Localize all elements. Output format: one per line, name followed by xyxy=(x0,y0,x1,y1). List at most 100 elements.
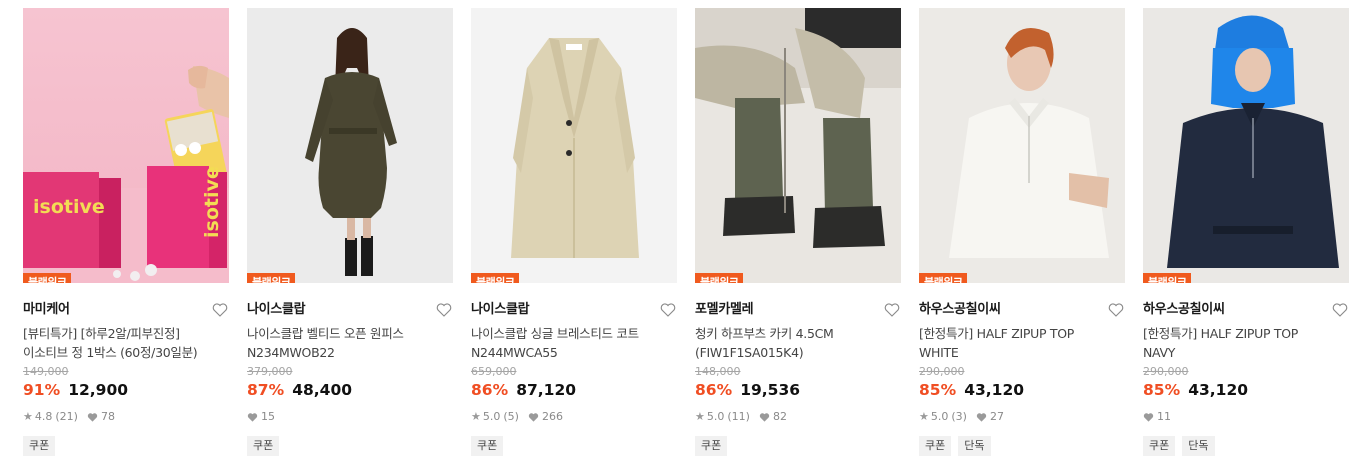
review-meta: ★ 5.0 (3) 27 xyxy=(919,409,1125,425)
like-heart-icon xyxy=(976,412,987,422)
product-name[interactable]: [한정특가] HALF ZIPUP TOP WHITE xyxy=(919,324,1125,362)
sale-price: 43,120 xyxy=(964,381,1025,399)
review-meta: ★ 5.0 (11) 82 xyxy=(695,409,901,425)
product-name-line1: [한정특가] HALF ZIPUP TOP xyxy=(919,326,1074,341)
product-name-line2: N234MWOB22 xyxy=(247,345,335,360)
brand-name[interactable]: 나이스클랍 xyxy=(247,300,453,320)
product-name[interactable]: [한정특가] HALF ZIPUP TOP NAVY xyxy=(1143,324,1349,362)
product-image[interactable]: 블랙위크 xyxy=(1143,8,1349,283)
star-icon: ★ xyxy=(695,410,705,423)
product-name-line1: [뷰티특가] [하루2알/피부진정] xyxy=(23,326,180,341)
product-image[interactable]: 블랙위크 xyxy=(919,8,1125,283)
exclusive-badge: 단독 xyxy=(958,436,991,456)
product-name[interactable]: 나이스클랍 벨티드 오픈 원피스 N234MWOB22 xyxy=(247,324,453,362)
like-count: 266 xyxy=(541,410,563,423)
sale-tag: 블랙위크 xyxy=(919,273,968,283)
brand-name[interactable]: 하우스공칠이씨 xyxy=(1143,300,1349,320)
product-name[interactable]: 나이스클랍 싱글 브레스티드 코트 N244MWCA55 xyxy=(471,324,677,362)
exclusive-badge: 단독 xyxy=(1182,436,1215,456)
original-price: 290,000 xyxy=(1143,365,1189,378)
review-meta: ★ 4.8 (21) 78 xyxy=(23,409,229,425)
coupon-badge: 쿠폰 xyxy=(1143,436,1176,456)
sale-tag: 블랙위크 xyxy=(471,273,520,283)
discount-rate: 87% xyxy=(247,381,285,399)
sale-price: 87,120 xyxy=(516,381,577,399)
heart-icon[interactable] xyxy=(883,301,901,319)
product-grid: isotive isotive 블랙위크 마미케어 [뷰티특가] [하루2알/피… xyxy=(0,0,1365,462)
like-heart-icon xyxy=(759,412,770,422)
review-meta: ★ 5.0 (5) 266 xyxy=(471,409,677,425)
product-image[interactable]: 블랙위크 xyxy=(471,8,677,283)
product-card[interactable]: 블랙위크 포멜카멜레 청키 하프부츠 카키 4.5CM (FIW1F1SA015… xyxy=(695,8,901,462)
like-count: 11 xyxy=(1157,410,1171,423)
review-count: (3) xyxy=(951,410,967,423)
sale-tag: 블랙위크 xyxy=(1143,273,1192,283)
brand-name[interactable]: 포멜카멜레 xyxy=(695,300,901,320)
badge-list: 쿠폰 단독 xyxy=(919,436,1125,456)
review-count: (21) xyxy=(55,410,78,423)
rating: 5.0 xyxy=(930,410,949,423)
coupon-badge: 쿠폰 xyxy=(247,436,280,456)
isotive-package-text: isotive xyxy=(33,196,105,218)
heart-icon[interactable] xyxy=(211,301,229,319)
heart-icon[interactable] xyxy=(435,301,453,319)
original-price: 659,000 xyxy=(471,365,517,378)
star-icon: ★ xyxy=(23,410,33,423)
product-name-line1: [한정특가] HALF ZIPUP TOP xyxy=(1143,326,1298,341)
coupon-badge: 쿠폰 xyxy=(23,436,56,456)
sale-price: 12,900 xyxy=(68,381,129,399)
product-name-line2: NAVY xyxy=(1143,345,1176,360)
star-icon: ★ xyxy=(919,410,929,423)
star-icon: ★ xyxy=(471,410,481,423)
like-heart-icon xyxy=(528,412,539,422)
brand-name[interactable]: 나이스클랍 xyxy=(471,300,677,320)
product-name-line2: N244MWCA55 xyxy=(471,345,558,360)
review-count: (11) xyxy=(727,410,750,423)
discount-rate: 85% xyxy=(919,381,957,399)
review-count: (5) xyxy=(503,410,519,423)
coupon-badge: 쿠폰 xyxy=(471,436,504,456)
rating: 5.0 xyxy=(482,410,501,423)
original-price: 149,000 xyxy=(23,365,69,378)
product-name-line2: WHITE xyxy=(919,345,959,360)
heart-icon[interactable] xyxy=(1331,301,1349,319)
heart-icon[interactable] xyxy=(659,301,677,319)
badge-list: 쿠폰 단독 xyxy=(1143,436,1349,456)
badge-list: 쿠폰 xyxy=(695,436,901,456)
product-name-line2: (FIW1F1SA015K4) xyxy=(695,345,804,360)
like-heart-icon xyxy=(1143,412,1154,422)
review-meta: 11 xyxy=(1143,409,1349,425)
isotive-package-text: isotive xyxy=(201,166,223,238)
product-name[interactable]: 청키 하프부츠 카키 4.5CM (FIW1F1SA015K4) xyxy=(695,324,901,362)
like-heart-icon xyxy=(247,412,258,422)
sale-tag: 블랙위크 xyxy=(23,273,72,283)
product-image[interactable]: 블랙위크 xyxy=(247,8,453,283)
original-price: 148,000 xyxy=(695,365,741,378)
product-card[interactable]: 블랙위크 나이스클랍 나이스클랍 싱글 브레스티드 코트 N244MWCA55 … xyxy=(471,8,677,462)
badge-list: 쿠폰 xyxy=(23,436,229,456)
product-name-line1: 나이스클랍 벨티드 오픈 원피스 xyxy=(247,326,404,341)
like-count: 78 xyxy=(100,410,115,423)
discount-rate: 85% xyxy=(1143,381,1181,399)
product-name-line1: 나이스클랍 싱글 브레스티드 코트 xyxy=(471,326,639,341)
like-count: 15 xyxy=(261,410,275,423)
sale-price: 48,400 xyxy=(292,381,353,399)
heart-icon[interactable] xyxy=(1107,301,1125,319)
like-count: 82 xyxy=(772,410,787,423)
product-card[interactable]: 블랙위크 나이스클랍 나이스클랍 벨티드 오픈 원피스 N234MWOB22 3… xyxy=(247,8,453,462)
like-heart-icon xyxy=(87,412,98,422)
like-count: 27 xyxy=(989,410,1004,423)
product-card[interactable]: 블랙위크 하우스공칠이씨 [한정특가] HALF ZIPUP TOP WHITE… xyxy=(919,8,1125,462)
coupon-badge: 쿠폰 xyxy=(695,436,728,456)
sale-tag: 블랙위크 xyxy=(695,273,744,283)
badge-list: 쿠폰 xyxy=(471,436,677,456)
discount-rate: 91% xyxy=(23,381,61,399)
brand-name[interactable]: 마미케어 xyxy=(23,300,229,320)
brand-name[interactable]: 하우스공칠이씨 xyxy=(919,300,1125,320)
rating: 4.8 xyxy=(34,410,53,423)
product-image[interactable]: isotive isotive 블랙위크 xyxy=(23,8,229,283)
product-card[interactable]: isotive isotive 블랙위크 마미케어 [뷰티특가] [하루2알/피… xyxy=(23,8,229,462)
product-card[interactable]: 블랙위크 하우스공칠이씨 [한정특가] HALF ZIPUP TOP NAVY … xyxy=(1143,8,1349,462)
product-name[interactable]: [뷰티특가] [하루2알/피부진정] 이소티브 정 1박스 (60정/30일분) xyxy=(23,324,229,362)
product-image[interactable]: 블랙위크 xyxy=(695,8,901,283)
